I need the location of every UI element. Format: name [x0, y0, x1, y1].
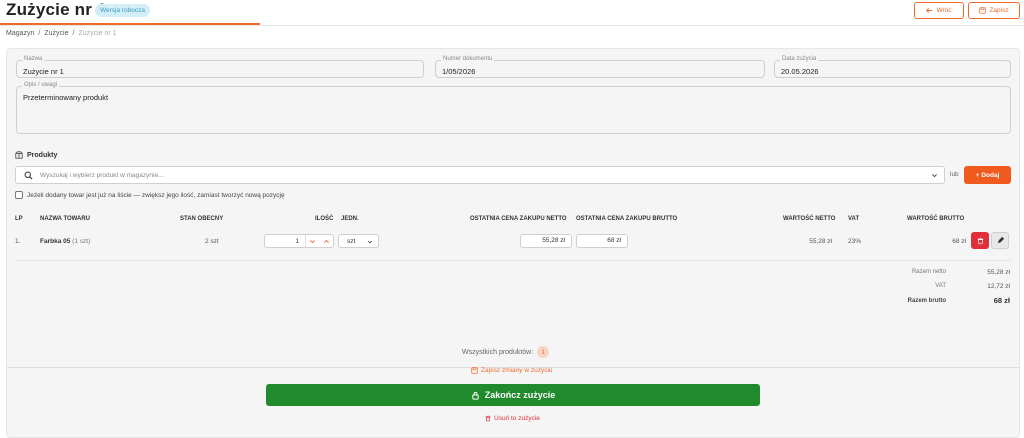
back-button-label: Wróć	[936, 7, 952, 14]
products-heading: Produkty	[15, 151, 57, 159]
total-gross-label: Razem brutto	[907, 298, 946, 304]
decrease-quantity-icon[interactable]	[309, 238, 316, 245]
notes-field[interactable]: Opis / uwagi Przeterminowany produkt	[16, 82, 1011, 134]
total-net-label: Razem netto	[911, 269, 946, 275]
col-last-net: OSTATNIA CENA ZAKUPU NETTO	[470, 216, 567, 222]
col-last-gross: OSTATNIA CENA ZAKUPU BRUTTO	[576, 216, 678, 222]
col-qty: ILOŚĆ	[315, 216, 334, 222]
row-vat: 23%	[848, 238, 862, 245]
document-number-value: 1/05/2026	[442, 67, 476, 76]
chevron-down-icon	[367, 240, 373, 244]
unit-select[interactable]: szt	[338, 234, 379, 248]
or-label: lub	[950, 171, 959, 178]
row-product-name-text: Farbka 05	[40, 238, 71, 245]
increase-quantity-icon[interactable]	[323, 238, 330, 245]
floppy-disk-icon	[471, 367, 478, 374]
col-value-net: WARTOŚĆ NETTO	[783, 216, 836, 222]
total-gross-value: 68 zł	[993, 296, 1010, 305]
search-icon	[24, 171, 33, 180]
finish-usage-button[interactable]: Zakończ zużycie	[266, 384, 760, 406]
document-number-label: Numer dokumentu	[441, 56, 495, 62]
notes-field-value: Przeterminowany produkt	[23, 93, 109, 102]
col-value-gross: WARTOŚĆ BRUTTO	[907, 216, 965, 222]
finish-usage-label: Zakończ zużycie	[484, 390, 556, 400]
row-value-gross: 68 zł	[952, 238, 966, 245]
row-lp: 1.	[15, 238, 21, 245]
top-bar: Zużycie nr 1 Wersja robocza Wróć Zapisz	[0, 0, 1024, 26]
total-vat-label: VAT	[935, 283, 946, 289]
name-field-value: Zużycie nr 1	[23, 67, 64, 76]
chevron-down-icon[interactable]	[931, 172, 938, 179]
save-button-label: Zapisz	[989, 7, 1009, 14]
delete-row-button[interactable]	[971, 232, 989, 249]
col-unit: JEDN.	[341, 216, 359, 222]
add-product-button[interactable]: + Dodaj	[964, 166, 1011, 184]
merge-quantity-label: Jeżeli dodany towar jest już na liście —…	[27, 191, 285, 199]
usage-date-label: Data zużycia	[780, 56, 819, 62]
page-title: Zużycie nr 1	[6, 0, 107, 19]
breadcrumb-item-zuzycie[interactable]: Zużycie	[44, 30, 68, 37]
merge-quantity-checkbox-row[interactable]: Jeżeli dodany towar jest już na liście —…	[15, 191, 285, 199]
breadcrumb: Magazyn / Zużycie / Zużycie nr 1	[6, 30, 117, 37]
lock-icon	[472, 391, 479, 400]
usage-date-value: 20.05.2026	[781, 67, 819, 76]
unit-select-value: szt	[347, 238, 356, 245]
last-gross-price-input[interactable]: 68 zł	[576, 234, 628, 248]
quantity-stepper[interactable]: 1	[264, 234, 334, 248]
col-stock: STAN OBECNY	[180, 216, 224, 222]
row-stock: 2 szt	[205, 238, 219, 245]
usage-date-field[interactable]: Data zużycia 20.05.2026	[774, 56, 1011, 78]
document-number-field[interactable]: Numer dokumentu 1/05/2026	[435, 56, 765, 78]
row-product-note: (1 szt)	[72, 238, 91, 245]
all-products-count: Wszystkich produktów: 1	[462, 346, 550, 358]
total-net-value: 55,28 zł	[987, 269, 1010, 276]
products-heading-label: Produkty	[27, 151, 58, 159]
plus-icon: +	[975, 171, 980, 179]
col-name: NAZWA TOWARU	[40, 216, 90, 222]
save-changes-label: Zapisz zmiany w zużyciu	[481, 367, 553, 374]
product-search-input[interactable]: Wyszukaj i wybierz produkt w magazynie..…	[15, 166, 945, 184]
all-products-badge: 1	[537, 346, 550, 358]
floppy-disk-icon	[979, 7, 987, 14]
delete-usage-label: Usuń to zużycie	[494, 415, 540, 422]
header-divider	[0, 25, 1024, 26]
breadcrumb-item-magazyn[interactable]: Magazyn	[6, 30, 34, 37]
trash-icon	[977, 237, 983, 244]
trash-icon	[485, 415, 491, 422]
save-button[interactable]: Zapisz	[968, 2, 1020, 19]
name-field[interactable]: Nazwa Zużycie nr 1	[16, 56, 424, 78]
pencil-icon	[997, 237, 1004, 244]
merge-quantity-checkbox[interactable]	[15, 191, 23, 199]
last-net-price-input[interactable]: 55,28 zł	[520, 234, 572, 248]
col-lp: LP	[15, 216, 23, 222]
notes-field-label: Opis / uwagi	[22, 82, 60, 88]
add-product-label: Dodaj	[981, 171, 1000, 179]
quantity-value: 1	[295, 238, 299, 245]
col-vat: VAT	[848, 216, 860, 222]
row-value-net: 55,28 zł	[809, 238, 832, 245]
row-product-name: Farbka 05 (1 szt)	[40, 238, 90, 245]
save-changes-link[interactable]: Zapisz zmiany w zużyciu	[471, 367, 553, 374]
name-field-label: Nazwa	[22, 56, 45, 62]
usage-card: Nazwa Zużycie nr 1 Numer dokumentu 1/05/…	[6, 48, 1020, 438]
edit-row-button[interactable]	[991, 232, 1009, 249]
delete-usage-link[interactable]: Usuń to zużycie	[485, 415, 540, 422]
arrow-left-icon	[926, 8, 933, 13]
all-products-label: Wszystkich produktów:	[462, 348, 534, 356]
product-search-placeholder: Wyszukaj i wybierz produkt w magazynie..…	[40, 172, 164, 179]
breadcrumb-item-current: Zużycie nr 1	[78, 30, 117, 37]
box-icon	[15, 151, 23, 159]
table-divider	[15, 260, 1011, 261]
back-button[interactable]: Wróć	[914, 2, 964, 19]
status-badge: Wersja robocza	[95, 4, 151, 17]
quantity-divider	[305, 235, 306, 247]
total-vat-value: 12,72 zł	[987, 283, 1010, 290]
